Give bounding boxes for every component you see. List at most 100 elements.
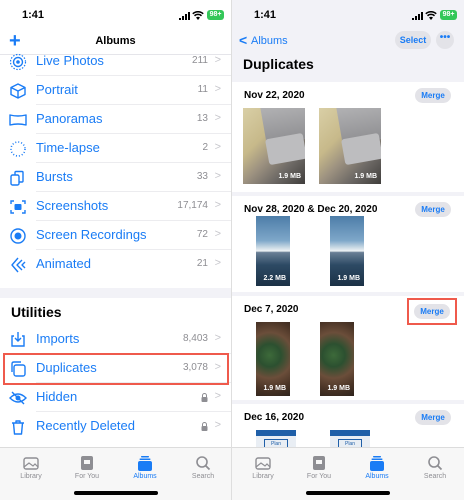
highlight-box (407, 298, 457, 325)
import-icon (11, 332, 25, 347)
chevron-right-icon: > (214, 228, 221, 240)
group-date: Nov 28, 2020 & Dec 20, 2020 (244, 204, 378, 215)
album-count: 17,174 (177, 200, 208, 211)
group-date: Nov 22, 2020 (244, 90, 305, 101)
album-row-recently-deleted[interactable]: Recently Deleted > (0, 413, 231, 441)
record-icon (10, 228, 26, 244)
album-row-screenshots[interactable]: Screenshots 17,174 > (0, 193, 231, 221)
select-button[interactable]: Select (395, 31, 431, 49)
album-row-portrait[interactable]: Portrait 11 > (0, 77, 231, 105)
panorama-icon (9, 114, 27, 126)
album-count: 13 (196, 113, 208, 124)
cube-icon (10, 83, 26, 99)
album-label: Hidden (36, 389, 78, 404)
file-size: 1.9 MB (327, 385, 350, 392)
tab-label: Search (423, 473, 447, 480)
album-count: 11 (197, 84, 208, 95)
status-bar: 1:41 98+ (0, 0, 231, 32)
file-size: 1.9 MB (278, 173, 301, 180)
album-row-imports[interactable]: Imports 8,403 > (0, 326, 231, 354)
tab-label: For You (306, 473, 332, 480)
album-label: Recently Deleted (36, 418, 135, 433)
tab-for-you[interactable]: For You (58, 455, 116, 480)
lock-icon (201, 393, 208, 402)
album-label: Screenshots (36, 198, 109, 213)
home-indicator (74, 491, 158, 495)
more-button[interactable]: ••• (436, 31, 454, 49)
album-count: 33 (196, 171, 208, 182)
chevron-right-icon: > (214, 257, 221, 269)
group-date: Dec 7, 2020 (244, 304, 299, 315)
album-row-live-photos[interactable]: Live Photos 211 > (0, 48, 231, 76)
wifi-icon (192, 11, 204, 20)
album-count: 21 (196, 258, 208, 269)
animated-icon (11, 257, 26, 273)
albums-icon (370, 456, 384, 471)
chevron-right-icon: > (214, 83, 221, 95)
status-bar: 1:41 98+ (232, 0, 464, 32)
album-label: Bursts (36, 169, 73, 184)
album-row-screen-recordings[interactable]: Screen Recordings 72 > (0, 222, 231, 250)
back-button[interactable]: Albums (251, 35, 288, 47)
photo-thumbnail[interactable]: 1.9 MB (320, 322, 354, 396)
album-row-time-lapse[interactable]: Time-lapse 2 > (0, 135, 231, 163)
duplicate-group: Nov 22, 2020 Merge 1.9 MB 1.9 MB (232, 82, 464, 192)
chevron-right-icon: > (214, 141, 221, 153)
cellular-signal-icon (179, 12, 190, 20)
photo-library-icon (255, 457, 271, 470)
merge-button[interactable]: Merge (415, 410, 451, 425)
tab-library[interactable]: Library (234, 455, 292, 480)
divider (36, 220, 231, 221)
tab-search[interactable]: Search (406, 455, 464, 480)
divider (36, 411, 231, 412)
album-row-hidden[interactable]: Hidden > (0, 384, 231, 412)
merge-button[interactable]: Merge (415, 202, 451, 217)
tab-search[interactable]: Search (174, 455, 231, 480)
chevron-right-icon: > (214, 332, 221, 344)
page-title: Duplicates (243, 56, 314, 72)
divider (36, 75, 231, 76)
chevron-right-icon: > (214, 419, 221, 431)
tab-label: Search (191, 473, 215, 480)
merge-button[interactable]: Merge (415, 88, 451, 103)
photo-thumbnail[interactable]: 1.9 MB (256, 322, 290, 396)
album-row-bursts[interactable]: Bursts 33 > (0, 164, 231, 192)
trash-icon (12, 420, 24, 435)
tab-albums[interactable]: Albums (348, 455, 406, 480)
photo-thumbnail[interactable]: 1.9 MB (243, 108, 305, 184)
lock-icon (201, 422, 208, 431)
album-label: Panoramas (36, 111, 103, 126)
photo-thumbnail[interactable]: 1.9 MB (330, 216, 364, 286)
tab-library[interactable]: Library (2, 455, 60, 480)
home-indicator (306, 491, 390, 495)
file-size: 1.9 MB (354, 173, 377, 180)
chevron-left-icon[interactable]: < (239, 33, 247, 47)
album-row-panoramas[interactable]: Panoramas 13 > (0, 106, 231, 134)
photo-thumbnail[interactable]: 2.2 MB (256, 216, 290, 286)
live-photo-icon (9, 53, 27, 71)
status-time: 1:41 (254, 9, 277, 21)
album-label: Portrait (36, 82, 78, 97)
cellular-signal-icon (412, 12, 423, 20)
bursts-icon (10, 170, 24, 186)
divider (36, 249, 231, 250)
chevron-right-icon: > (214, 54, 221, 66)
for-you-icon (81, 456, 93, 470)
for-you-icon (313, 456, 325, 470)
tab-label: Library (252, 473, 274, 480)
timelapse-icon (10, 141, 26, 157)
wifi-icon (425, 11, 437, 20)
album-count: 211 (192, 55, 208, 66)
chevron-right-icon: > (214, 390, 221, 402)
nav-bar: < Albums Select ••• (232, 30, 464, 54)
file-size: 1.9 MB (337, 275, 360, 282)
tab-for-you[interactable]: For You (290, 455, 348, 480)
photo-thumbnail[interactable]: 1.9 MB (319, 108, 381, 184)
tab-label: Library (20, 473, 42, 480)
nav-title: Albums (95, 35, 136, 47)
screenshot-icon (10, 200, 26, 214)
album-count: 2 (202, 142, 208, 153)
tab-albums[interactable]: Albums (116, 455, 174, 480)
duplicate-group: Nov 28, 2020 & Dec 20, 2020 Merge 2.2 MB… (232, 196, 464, 292)
album-row-animated[interactable]: Animated 21 > (0, 251, 231, 279)
